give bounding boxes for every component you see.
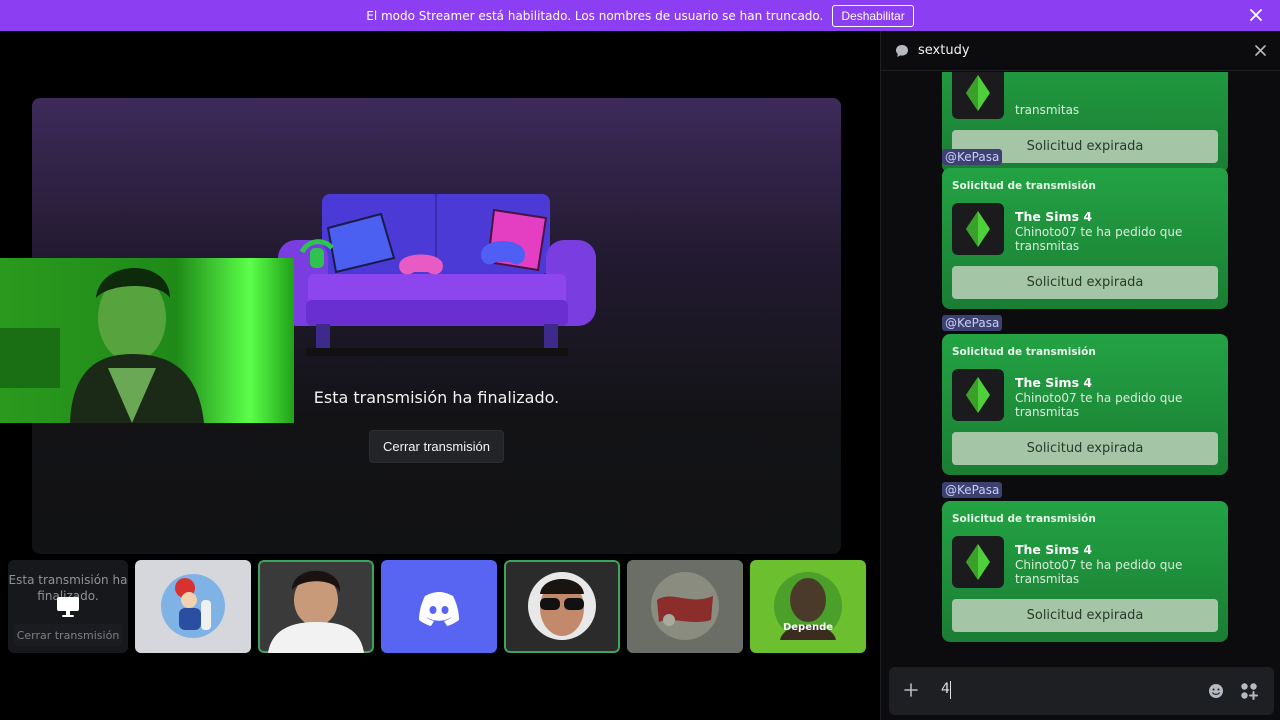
sims-plumbob-icon: [952, 203, 1004, 255]
disable-streamer-mode-button[interactable]: Deshabilitar: [832, 4, 914, 27]
game-title: The Sims 4: [1015, 542, 1093, 557]
mention-tag[interactable]: @KePasa: [942, 149, 1003, 165]
chat-title: sextudy: [918, 43, 970, 58]
webcam-video[interactable]: [0, 258, 294, 423]
apps-icon[interactable]: [1240, 682, 1258, 700]
message-input[interactable]: 4: [941, 681, 950, 697]
stream-request-card: Solicitud de transmisión The Sims 4 Chin…: [942, 501, 1228, 642]
banner-text: El modo Streamer está habilitado. Los no…: [366, 8, 824, 23]
close-chat-icon[interactable]: [1254, 44, 1267, 57]
game-title: The Sims 4: [1015, 375, 1093, 390]
stream-request-card: Solicitud de transmisión The Sims 4 Chin…: [942, 168, 1228, 309]
participant-tile-sunglasses[interactable]: [504, 560, 620, 653]
request-description: Chinoto07 te ha pedido que transmitas: [1015, 391, 1183, 419]
participant-tile-discord[interactable]: [381, 560, 497, 653]
request-header: Solicitud de transmisión: [952, 346, 1096, 358]
request-description: Chinoto07 te ha pedido que transmitas: [1015, 225, 1183, 253]
emoji-icon[interactable]: [1208, 683, 1224, 699]
sims-plumbob-icon: [952, 536, 1004, 588]
request-expired-button[interactable]: Solicitud expirada: [952, 432, 1218, 465]
request-header: Solicitud de transmisión: [952, 513, 1096, 525]
stream-tile-ended[interactable]: Esta transmisión ha finalizado. Cerrar t…: [8, 560, 128, 653]
streamer-mode-banner: El modo Streamer está habilitado. Los no…: [0, 0, 1280, 31]
stream-request-card: Solicitud de transmisión The Sims 4 Chin…: [942, 334, 1228, 475]
avatar-badge-text: Depende: [782, 622, 834, 633]
chat-header: sextudy: [881, 31, 1280, 71]
monitor-icon: [57, 597, 79, 617]
participant-tile-rock[interactable]: [627, 560, 743, 653]
message-input-bar[interactable]: 4: [889, 667, 1274, 715]
message-list[interactable]: transmitas Solicitud expirada @KePasa So…: [881, 72, 1280, 667]
participant-tile-webcam[interactable]: [258, 560, 374, 653]
sims-plumbob-icon: [952, 72, 1004, 119]
text-caret: [950, 681, 951, 699]
close-icon[interactable]: [1248, 7, 1264, 23]
participant-tile-depende[interactable]: [750, 560, 866, 653]
chat-panel: sextudy transmitas Solicitud expirada @K…: [880, 31, 1280, 720]
request-expired-button[interactable]: Solicitud expirada: [952, 266, 1218, 299]
close-stream-button[interactable]: Cerrar transmisión: [369, 430, 504, 463]
chat-bubble-icon: [896, 45, 908, 57]
game-title: The Sims 4: [1015, 209, 1093, 224]
couch-illustration: [278, 194, 596, 356]
request-description: Chinoto07 te ha pedido que transmitas: [1015, 558, 1183, 586]
request-description: transmitas: [1015, 103, 1080, 117]
stream-tile-close-button[interactable]: Cerrar transmisión: [14, 624, 122, 646]
participant-tile-toad[interactable]: [135, 560, 251, 653]
mention-tag[interactable]: @KePasa: [942, 315, 1003, 331]
sims-plumbob-icon: [952, 369, 1004, 421]
request-expired-button[interactable]: Solicitud expirada: [952, 599, 1218, 632]
mention-tag[interactable]: @KePasa: [942, 482, 1003, 498]
stream-stage: Esta transmisión ha finalizado. Cerrar t…: [0, 31, 872, 720]
plus-icon[interactable]: [903, 682, 919, 698]
request-header: Solicitud de transmisión: [952, 180, 1096, 192]
